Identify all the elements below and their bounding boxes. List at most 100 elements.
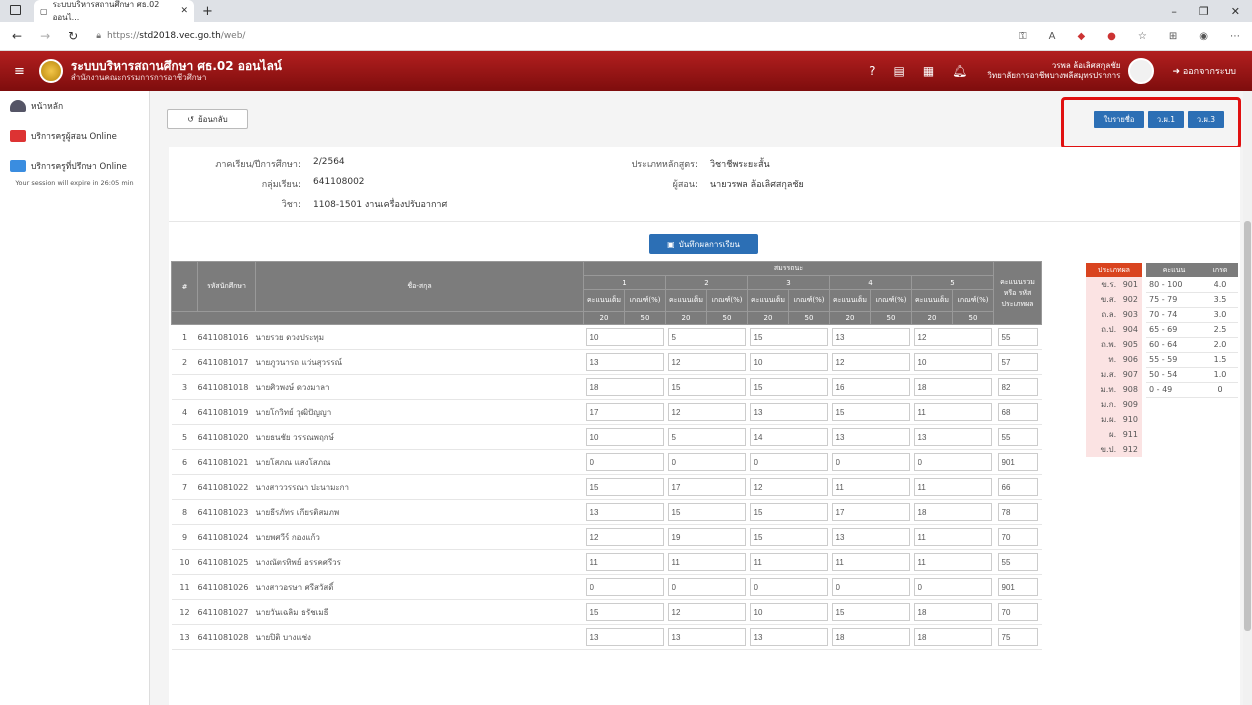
score-input[interactable] [585, 453, 664, 471]
score-input[interactable] [831, 353, 910, 371]
score-input[interactable] [913, 403, 992, 421]
score-input[interactable] [585, 528, 664, 546]
score-input[interactable] [585, 403, 664, 421]
avatar[interactable] [1128, 58, 1155, 84]
score-input[interactable] [585, 378, 664, 396]
collections-icon[interactable]: ⊞ [1169, 31, 1177, 42]
back-arrow-icon[interactable]: ← [12, 29, 22, 43]
score-input[interactable] [749, 528, 828, 546]
score-input[interactable] [913, 478, 992, 496]
refresh-icon[interactable]: ↻ [68, 29, 78, 43]
score-input[interactable] [585, 328, 664, 346]
score-input[interactable] [913, 378, 992, 396]
student-list-button[interactable]: ใบรายชื่อ [1094, 111, 1144, 128]
scrollbar-thumb[interactable] [1244, 221, 1251, 631]
new-tab-button[interactable]: + [202, 4, 213, 19]
score-input[interactable] [749, 628, 828, 646]
score-input[interactable] [749, 478, 828, 496]
sidebar-item-home[interactable]: หน้าหลัก [0, 91, 149, 121]
more-icon[interactable]: ⋯ [1230, 31, 1240, 42]
profile-icon[interactable]: ◉ [1199, 31, 1208, 42]
browser-tab[interactable]: ▢ ระบบบริหารสถานศึกษา ศธ.02 ออนไ... ✕ [34, 0, 194, 22]
score-input[interactable] [913, 353, 992, 371]
bell-icon[interactable]: 🔔︎ [952, 64, 967, 78]
score-input[interactable] [667, 378, 746, 396]
total-input[interactable] [997, 503, 1038, 521]
score-input[interactable] [831, 403, 910, 421]
total-input[interactable] [997, 478, 1038, 496]
minimize-icon[interactable]: – [1171, 5, 1177, 18]
total-input[interactable] [997, 553, 1038, 571]
help-icon[interactable]: ? [869, 64, 875, 78]
score-input[interactable] [913, 453, 992, 471]
wp3-button[interactable]: ว.ผ.3 [1188, 111, 1224, 128]
total-input[interactable] [997, 403, 1038, 421]
score-input[interactable] [667, 603, 746, 621]
score-input[interactable] [667, 403, 746, 421]
scrollbar[interactable] [1243, 91, 1252, 705]
score-input[interactable] [749, 403, 828, 421]
restore-icon[interactable]: ❐ [1199, 5, 1209, 18]
score-input[interactable] [667, 478, 746, 496]
score-input[interactable] [749, 353, 828, 371]
score-input[interactable] [913, 328, 992, 346]
score-input[interactable] [913, 578, 992, 596]
score-input[interactable] [667, 503, 746, 521]
save-grades-button[interactable]: ▣ บันทึกผลการเรียน [649, 234, 758, 254]
score-input[interactable] [585, 478, 664, 496]
score-input[interactable] [585, 578, 664, 596]
score-input[interactable] [831, 428, 910, 446]
score-input[interactable] [749, 378, 828, 396]
score-input[interactable] [667, 578, 746, 596]
total-input[interactable] [997, 453, 1038, 471]
score-input[interactable] [831, 553, 910, 571]
score-input[interactable] [913, 553, 992, 571]
tab-actions-icon[interactable] [10, 5, 21, 15]
score-input[interactable] [667, 453, 746, 471]
score-input[interactable] [667, 553, 746, 571]
logout-button[interactable]: ➜ ออกจากระบบ [1172, 64, 1236, 78]
score-input[interactable] [749, 603, 828, 621]
score-input[interactable] [749, 328, 828, 346]
score-input[interactable] [913, 628, 992, 646]
forward-arrow-icon[interactable]: → [40, 29, 50, 43]
score-input[interactable] [749, 428, 828, 446]
total-input[interactable] [997, 378, 1038, 396]
score-input[interactable] [585, 428, 664, 446]
score-input[interactable] [831, 328, 910, 346]
close-window-icon[interactable]: ✕ [1231, 5, 1240, 18]
score-input[interactable] [913, 428, 992, 446]
sidebar-item-teacher[interactable]: บริการครูผู้สอน Online [0, 121, 149, 151]
sidebar-item-advisor[interactable]: บริการครูที่ปรึกษา Online [0, 151, 149, 181]
score-input[interactable] [749, 503, 828, 521]
reader-icon[interactable]: A [1049, 31, 1056, 42]
score-input[interactable] [585, 603, 664, 621]
total-input[interactable] [997, 328, 1038, 346]
score-input[interactable] [831, 578, 910, 596]
score-input[interactable] [749, 578, 828, 596]
score-input[interactable] [831, 503, 910, 521]
score-input[interactable] [749, 453, 828, 471]
total-input[interactable] [997, 428, 1038, 446]
score-input[interactable] [831, 378, 910, 396]
score-input[interactable] [585, 628, 664, 646]
score-input[interactable] [749, 553, 828, 571]
key-icon[interactable]: ⚿ [1019, 31, 1027, 42]
total-input[interactable] [997, 353, 1038, 371]
score-input[interactable] [667, 628, 746, 646]
score-input[interactable] [913, 503, 992, 521]
score-input[interactable] [831, 528, 910, 546]
shield-ext-icon[interactable]: ◆ [1077, 31, 1085, 42]
total-input[interactable] [997, 628, 1038, 646]
score-input[interactable] [831, 478, 910, 496]
score-input[interactable] [585, 503, 664, 521]
total-input[interactable] [997, 603, 1038, 621]
score-input[interactable] [667, 528, 746, 546]
url-field[interactable]: 🔒︎ https://std2018.vec.go.th/web/ [96, 31, 245, 41]
menu-icon[interactable]: ≡ [14, 64, 25, 79]
back-button[interactable]: ↺ ย้อนกลับ [167, 109, 248, 129]
book-icon[interactable]: ▤ [893, 64, 904, 78]
score-input[interactable] [667, 353, 746, 371]
record-ext-icon[interactable]: ● [1107, 31, 1116, 42]
score-input[interactable] [831, 603, 910, 621]
